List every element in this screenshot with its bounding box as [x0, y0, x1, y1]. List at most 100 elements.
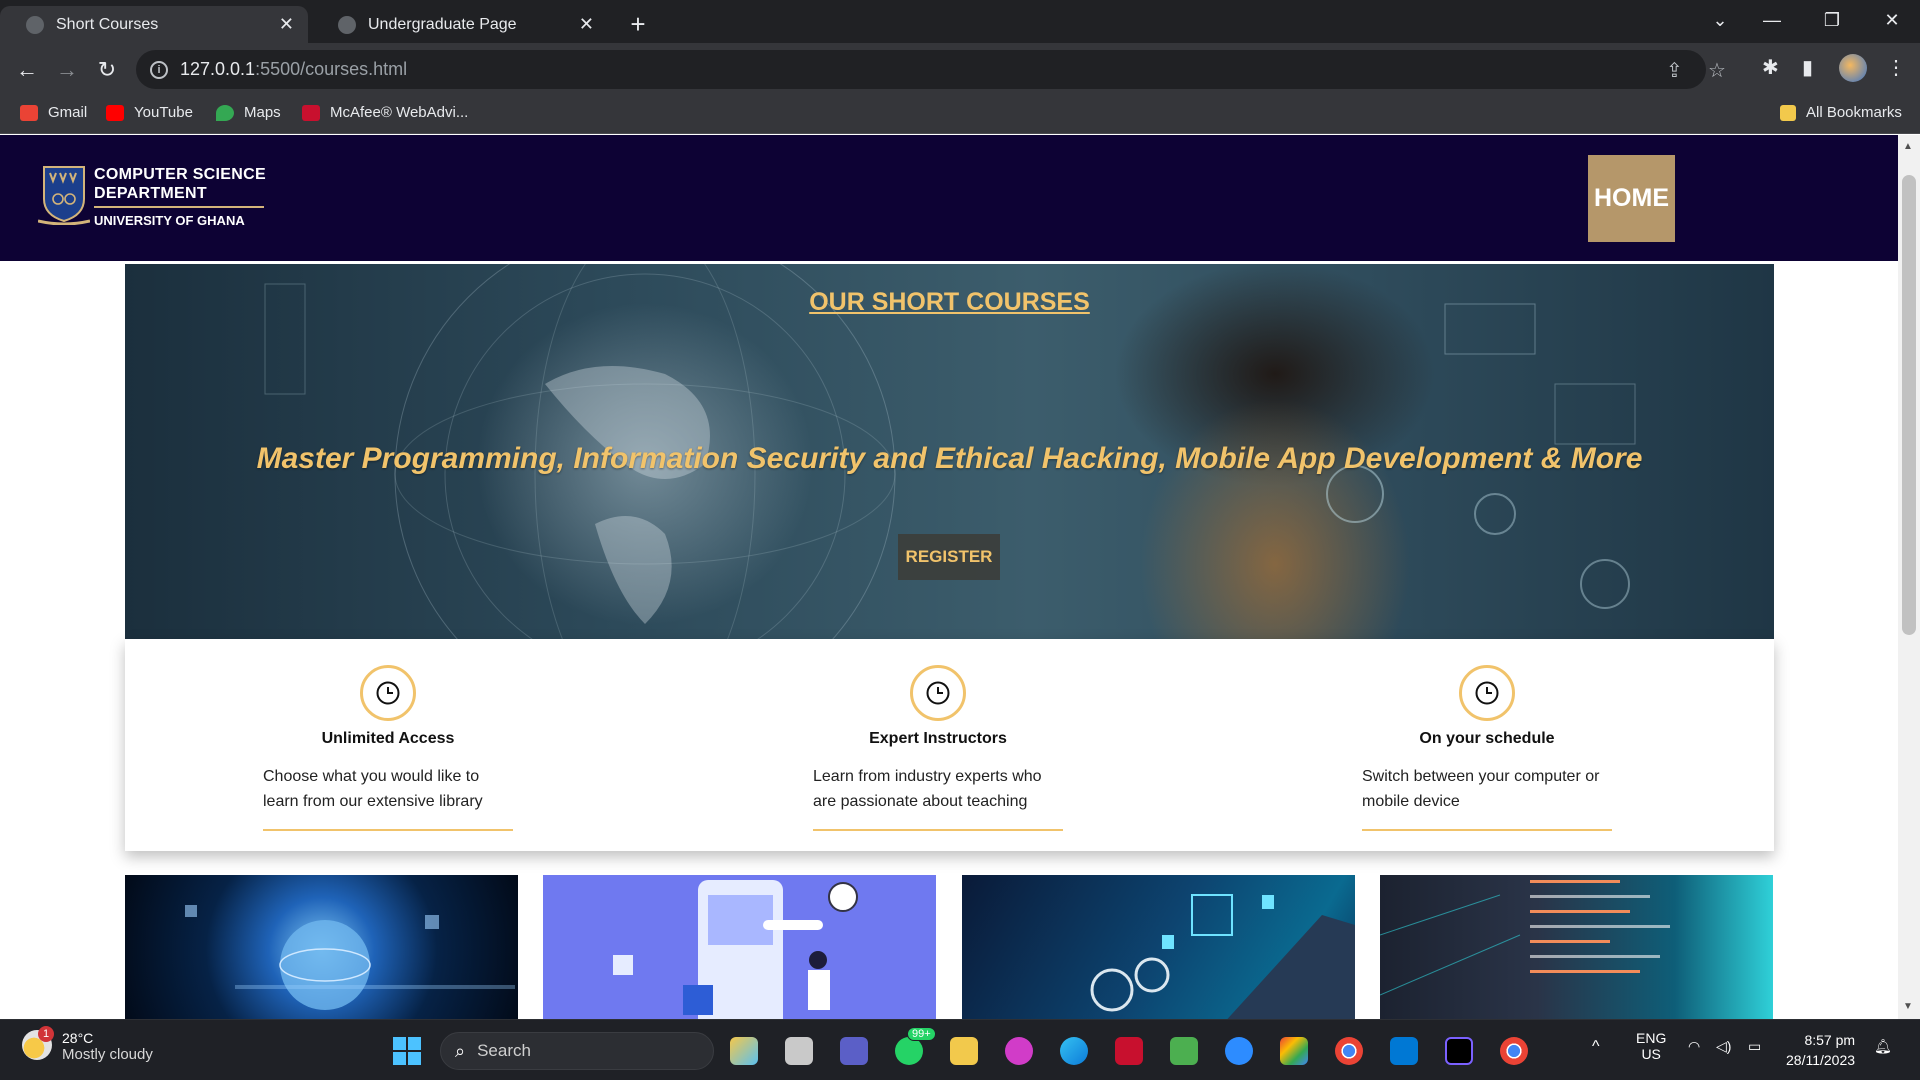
weather-description: Mostly cloudy — [62, 1046, 153, 1063]
bookmarks-bar: Gmail YouTube Maps McAfee® WebAdvi... Al… — [0, 96, 1920, 134]
close-tab-icon[interactable]: ✕ — [579, 14, 594, 35]
browser-tab-bar: Short Courses ✕ Undergraduate Page ✕ + ⌄… — [0, 0, 1920, 43]
feature-divider — [1362, 829, 1612, 831]
volume-icon[interactable]: ◁) — [1716, 1038, 1731, 1055]
youtube-icon — [106, 104, 124, 121]
course-card-networking-image[interactable] — [125, 875, 518, 1019]
hero-tagline: Master Programming, Information Security… — [256, 442, 1643, 475]
tray-chevron-up-icon[interactable]: ^ — [1592, 1038, 1600, 1056]
feature-divider — [263, 829, 513, 831]
register-button[interactable]: REGISTER — [898, 534, 1000, 580]
clock-time: 8:57 pm — [1804, 1032, 1856, 1048]
reload-icon[interactable]: ↻ — [90, 53, 124, 87]
weather-widget[interactable]: 1 28°C Mostly cloudy — [22, 1026, 153, 1063]
wps-icon[interactable] — [1005, 1037, 1033, 1065]
scroll-up-arrow-icon[interactable]: ▲ — [1903, 141, 1913, 152]
bookmark-mcafee[interactable]: McAfee® WebAdvi... — [302, 104, 468, 121]
close-tab-icon[interactable]: ✕ — [279, 14, 294, 35]
new-tab-button[interactable]: + — [620, 6, 656, 42]
brand-divider — [94, 206, 264, 208]
extensions-icon[interactable]: ✱ — [1762, 55, 1779, 80]
file-explorer-icon[interactable] — [950, 1037, 978, 1065]
git-icon[interactable] — [1280, 1037, 1308, 1065]
feature-title: Expert Instructors — [869, 730, 1007, 747]
windows-start-icon[interactable] — [392, 1036, 422, 1066]
zoom-icon[interactable] — [1225, 1037, 1253, 1065]
intellij-icon[interactable] — [1445, 1037, 1473, 1065]
course-card-security-image[interactable] — [962, 875, 1355, 1019]
feature-description: Choose what you would like to learn from… — [263, 768, 483, 810]
folder-icon — [1780, 104, 1796, 121]
task-view-icon[interactable] — [785, 1037, 813, 1065]
hero-title[interactable]: OUR SHORT COURSES — [125, 288, 1774, 317]
site-info-icon[interactable]: i — [150, 60, 168, 79]
system-clock[interactable]: 8:57 pm 28/11/2023 — [1786, 1030, 1855, 1070]
bookmark-star-icon[interactable]: ☆ — [1708, 58, 1726, 83]
bookmark-maps[interactable]: Maps — [216, 104, 281, 121]
copilot-icon[interactable] — [730, 1037, 758, 1065]
search-placeholder: Search — [477, 1041, 531, 1060]
tab-search-chevron-icon[interactable]: ⌄ — [1692, 0, 1748, 40]
taskbar-search-box[interactable]: ⌕ Search — [440, 1032, 714, 1070]
window-close-button[interactable]: ✕ — [1864, 0, 1920, 40]
brand-line-3: UNIVERSITY OF GHANA — [94, 213, 245, 228]
university-crest-logo — [38, 166, 90, 225]
node-icon[interactable] — [1170, 1037, 1198, 1065]
menu-kebab-icon[interactable]: ⋮ — [1886, 55, 1906, 80]
hero-banner: OUR SHORT COURSES Master Programming, In… — [125, 264, 1774, 639]
address-bar[interactable]: i 127.0.0.1:5500/courses.html ⇪ ☆ — [136, 50, 1726, 89]
chrome-icon[interactable] — [1335, 1037, 1363, 1065]
restore-button[interactable]: ❐ — [1804, 0, 1860, 40]
clock-icon — [1459, 665, 1515, 721]
feature-divider — [813, 829, 1063, 831]
weather-temperature: 28°C — [62, 1030, 94, 1046]
forward-arrow-icon[interactable]: → — [50, 53, 84, 87]
home-button[interactable]: HOME — [1588, 155, 1675, 242]
brand-line-1: COMPUTER SCIENCE — [94, 166, 266, 183]
feature-description: Switch between your computer or mobile d… — [1362, 768, 1600, 810]
back-arrow-icon[interactable]: ← — [10, 53, 44, 87]
department-brand: COMPUTER SCIENCE DEPARTMENT UNIVERSITY O… — [94, 165, 266, 228]
tab-undergraduate-page[interactable]: Undergraduate Page ✕ — [312, 6, 608, 43]
clock-icon — [910, 665, 966, 721]
scroll-down-arrow-icon[interactable]: ▼ — [1903, 1001, 1913, 1012]
remote-desktop-icon[interactable] — [1390, 1037, 1418, 1065]
mcafee-shield-icon — [302, 104, 320, 121]
teams-icon[interactable] — [840, 1037, 868, 1065]
wifi-icon[interactable]: ◠ — [1688, 1038, 1700, 1055]
feature-title: On your schedule — [1419, 730, 1555, 747]
windows-taskbar: 1 28°C Mostly cloudy ⌕ Search 99+ ^ ENG … — [0, 1019, 1920, 1080]
bookmark-gmail[interactable]: Gmail — [20, 104, 87, 121]
bookmark-youtube[interactable]: YouTube — [106, 104, 193, 121]
scrollbar-thumb[interactable] — [1902, 175, 1916, 635]
edge-icon[interactable] — [1060, 1037, 1088, 1065]
feature-description: Learn from industry experts who are pass… — [813, 768, 1042, 810]
gmail-icon — [20, 104, 38, 121]
all-bookmarks-folder[interactable]: All Bookmarks — [1780, 104, 1902, 121]
chrome-active-icon[interactable] — [1500, 1037, 1528, 1065]
globe-icon — [338, 15, 356, 34]
globe-icon — [26, 15, 44, 34]
page-viewport: COMPUTER SCIENCE DEPARTMENT UNIVERSITY O… — [0, 135, 1898, 1019]
cloudy-weather-icon: 1 — [22, 1026, 54, 1060]
url-text: 127.0.0.1:5500/courses.html — [180, 59, 408, 79]
maps-pin-icon — [216, 104, 234, 121]
weather-badge: 1 — [38, 1026, 54, 1042]
features-panel: Unlimited Access Choose what you would l… — [125, 639, 1774, 851]
clock-date: 28/11/2023 — [1786, 1052, 1856, 1068]
course-card-programming-image[interactable] — [1380, 875, 1773, 1019]
page-scrollbar[interactable]: ▲ ▼ — [1898, 135, 1920, 1019]
minimize-button[interactable]: — — [1744, 0, 1800, 40]
share-icon[interactable]: ⇪ — [1666, 58, 1683, 83]
notification-bell-icon[interactable]: 🔔︎ — [1874, 1038, 1892, 1055]
search-icon: ⌕ — [455, 1040, 466, 1061]
battery-icon[interactable]: ▭ — [1748, 1038, 1761, 1055]
tab-short-courses[interactable]: Short Courses ✕ — [0, 6, 308, 43]
whatsapp-icon[interactable]: 99+ — [895, 1027, 936, 1065]
side-panel-icon[interactable]: ▮ — [1802, 55, 1813, 80]
language-indicator[interactable]: ENG US — [1636, 1030, 1666, 1062]
profile-avatar[interactable] — [1839, 54, 1867, 82]
mcafee-icon[interactable] — [1115, 1037, 1143, 1065]
feature-title: Unlimited Access — [321, 730, 455, 747]
course-card-mobile-dev-image[interactable] — [543, 875, 936, 1019]
